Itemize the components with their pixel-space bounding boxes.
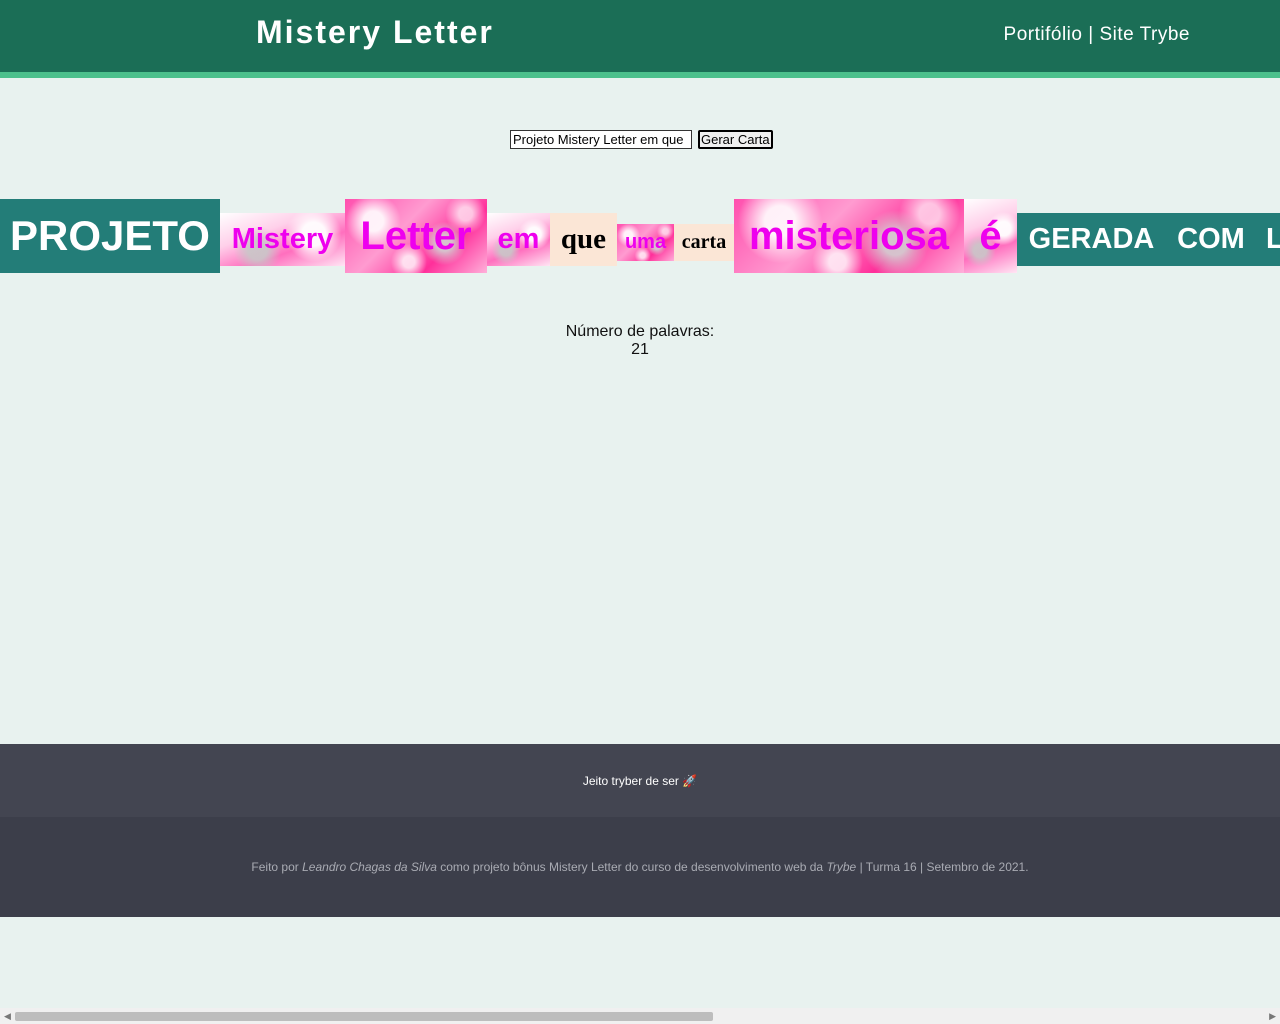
generated-letter: PROJETO Mistery Letter em que uma carta … (0, 199, 1280, 279)
horizontal-scrollbar[interactable]: ◀ ▶ (0, 1008, 1280, 1024)
credit-prefix: Feito por (251, 860, 303, 874)
letter-word: Mistery (220, 213, 345, 266)
letter-word: é (964, 199, 1017, 273)
page: Mistery Letter Portifólio | Site Trybe G… (0, 0, 1280, 1024)
footer-credits-bar: Feito por Leandro Chagas da Silva como p… (0, 817, 1280, 917)
letter-word: PROJETO (0, 199, 220, 273)
credit-suffix: | Turma 16 | Setembro de 2021. (856, 860, 1029, 874)
word-count-value: 21 (631, 341, 649, 358)
scroll-right-arrow-icon[interactable]: ▶ (1269, 1011, 1276, 1021)
credit-middle: como projeto bônus Mistery Letter do cur… (436, 860, 827, 874)
letter-word: carta (674, 224, 734, 261)
nav-separator: | (1088, 24, 1094, 45)
portfolio-link[interactable]: Portifólio (1004, 24, 1083, 45)
footer-slogan: Jeito tryber de ser 🚀 (582, 773, 698, 788)
letter-word: L (1256, 213, 1280, 266)
top-header: Mistery Letter Portifólio | Site Trybe (0, 0, 1280, 78)
scroll-left-arrow-icon[interactable]: ◀ (4, 1011, 11, 1021)
letter-form: Gerar Carta (510, 130, 773, 149)
school-name: Trybe (826, 860, 857, 874)
letter-text-input[interactable] (510, 130, 692, 149)
letter-word: que (550, 213, 617, 266)
letter-word: em (487, 213, 550, 266)
footer-credits: Feito por Leandro Chagas da Silva como p… (251, 860, 1028, 874)
word-counter: Número de palavras: 21 (0, 323, 1280, 359)
site-trybe-link[interactable]: Site Trybe (1099, 24, 1190, 45)
letter-word: GERADA (1017, 213, 1166, 266)
author-name: Leandro Chagas da Silva (302, 860, 437, 874)
footer-slogan-bar: Jeito tryber de ser 🚀 (0, 744, 1280, 817)
generate-letter-button[interactable]: Gerar Carta (698, 130, 773, 149)
letter-word: COM (1166, 213, 1256, 266)
letter-word: uma (617, 224, 674, 261)
word-count-label: Número de palavras: (565, 323, 715, 340)
site-title: Mistery Letter (256, 14, 494, 50)
scrollbar-thumb[interactable] (15, 1012, 713, 1021)
letter-word: Letter (345, 199, 487, 273)
header-nav: Portifólio | Site Trybe (1004, 24, 1190, 46)
letter-word: misteriosa (734, 199, 964, 273)
